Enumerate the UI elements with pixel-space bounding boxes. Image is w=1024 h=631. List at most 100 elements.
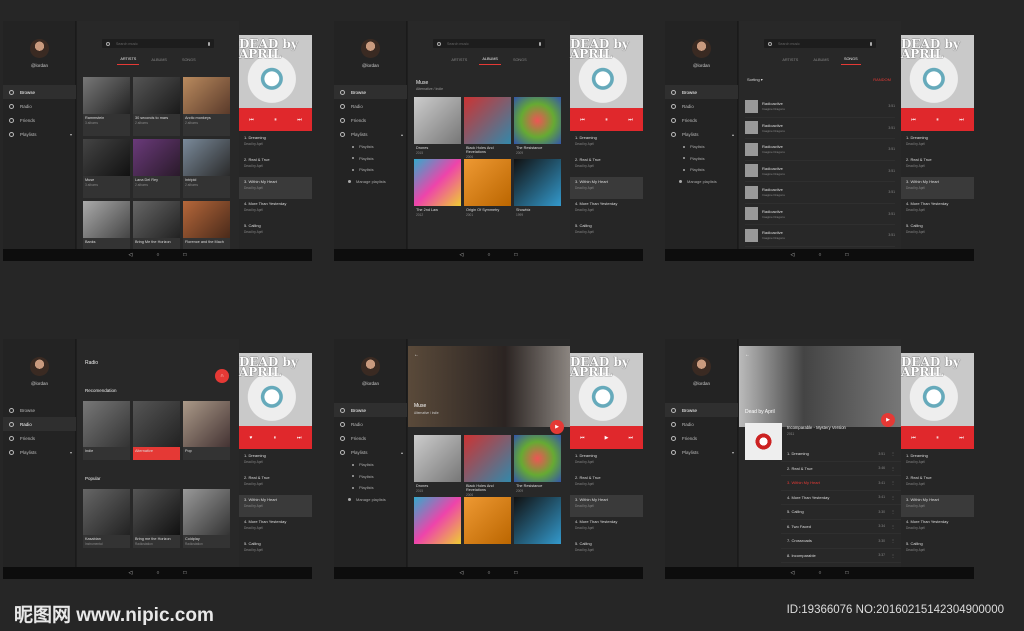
queue-item[interactable]: 4. More Than Yesterday Dead by April bbox=[901, 517, 974, 539]
station-card[interactable]: Alternative bbox=[133, 401, 180, 460]
tab-songs[interactable]: SONGS bbox=[179, 54, 199, 65]
sub-playlist[interactable]: Playlists bbox=[334, 141, 407, 153]
queue-item[interactable]: 5. Calling Dead by April bbox=[901, 539, 974, 561]
track-row[interactable]: 3. Within My Heart 3:41 ⋮ bbox=[781, 476, 901, 491]
nav-browse[interactable]: Browse bbox=[334, 85, 407, 99]
tab-songs[interactable]: SONGS bbox=[510, 54, 530, 65]
recents-icon[interactable]: □ bbox=[845, 570, 848, 576]
tab-songs[interactable]: SONGS bbox=[840, 54, 861, 65]
artist-card[interactable]: Lana Del Rey 2 albums bbox=[133, 139, 180, 198]
album-card[interactable]: The Resistance 2009 bbox=[514, 97, 561, 156]
queue-item[interactable]: 2. Real & True Dead by April bbox=[239, 473, 312, 495]
pause-icon[interactable]: ⏸ bbox=[605, 117, 608, 123]
sub-playlist[interactable]: Playlists bbox=[665, 164, 738, 176]
mic-icon[interactable] bbox=[208, 41, 210, 46]
queue-item[interactable]: 5. Calling Dead by April bbox=[901, 221, 974, 243]
album-card[interactable]: Origin Of Symmetry 2001 bbox=[464, 159, 511, 218]
queue-item[interactable]: 5. Calling Dead by April bbox=[570, 221, 643, 243]
queue-item[interactable]: 5. Calling Dead by April bbox=[570, 539, 643, 561]
sub-playlist[interactable]: Playlists bbox=[665, 141, 738, 153]
more-icon[interactable]: ⋮ bbox=[891, 480, 895, 485]
avatar[interactable] bbox=[361, 357, 380, 376]
search-input[interactable]: Search music bbox=[764, 39, 876, 48]
sub-playlist[interactable]: Playlists bbox=[334, 459, 407, 471]
queue-item[interactable]: 3. Within My Heart Dead by April bbox=[570, 177, 643, 199]
tab-albums[interactable]: ALBUMS bbox=[479, 54, 501, 65]
nav-browse[interactable]: Browse bbox=[3, 85, 76, 99]
back-arrow-icon[interactable]: ← bbox=[414, 352, 419, 358]
tab-artists[interactable]: ARTISTS bbox=[779, 54, 801, 65]
nav-browse[interactable]: Browse bbox=[665, 403, 738, 417]
album-card[interactable]: The Resistance 2009 bbox=[514, 435, 561, 494]
artist-card[interactable]: Florence and the Mach bbox=[183, 201, 230, 249]
back-icon[interactable]: ◁ bbox=[129, 252, 133, 258]
album-card[interactable]: Black Holes And Revelations 2006 bbox=[464, 435, 511, 497]
nav-friends[interactable]: Friends bbox=[334, 113, 407, 127]
album-card[interactable] bbox=[464, 497, 511, 556]
album-card[interactable]: Showbiz 1999 bbox=[514, 159, 561, 218]
nav-friends[interactable]: Friends bbox=[3, 431, 76, 445]
artist-card[interactable]: Intripid 2 albums bbox=[183, 139, 230, 198]
back-arrow-icon[interactable]: ← bbox=[745, 352, 750, 358]
track-row[interactable]: 2. Real & True 3:46 ⋮ bbox=[781, 462, 901, 476]
play-button[interactable]: ▶ bbox=[881, 413, 895, 427]
song-row[interactable]: Radioactive Imagine Dragons 3:51 bbox=[745, 225, 895, 247]
queue-item[interactable]: 1. Dreaming Dead by April bbox=[570, 133, 643, 155]
back-icon[interactable]: ◁ bbox=[129, 570, 133, 576]
previous-icon[interactable]: ⏮ bbox=[580, 435, 585, 441]
heart-icon[interactable]: ♥ bbox=[250, 435, 253, 441]
song-row[interactable]: Radioactive Imagine Dragons 3:51 bbox=[745, 118, 895, 139]
station-card[interactable]: Bring me the Horizon Radiostation bbox=[133, 489, 180, 548]
queue-item[interactable]: 3. Within My Heart Dead by April bbox=[901, 495, 974, 517]
queue-item[interactable]: 1. Dreaming Dead by April bbox=[570, 451, 643, 473]
song-row[interactable]: Radioactive Imagine Dragons 3:51 bbox=[745, 139, 895, 161]
album-card[interactable]: Drones 2015 bbox=[414, 435, 461, 494]
sub-playlist[interactable]: Playlists bbox=[334, 471, 407, 483]
queue-item[interactable]: 4. More Than Yesterday Dead by April bbox=[570, 517, 643, 539]
queue-item[interactable]: 3. Within My Heart Dead by April bbox=[239, 177, 312, 199]
artist-card[interactable]: Bring Me the Horizon bbox=[133, 201, 180, 249]
nav-radio[interactable]: Radio bbox=[3, 417, 76, 431]
artist-card[interactable]: Arctic monkeys 2 albums bbox=[183, 77, 230, 136]
next-icon[interactable]: ⏭ bbox=[959, 435, 964, 441]
pause-icon[interactable]: ⏸ bbox=[273, 435, 276, 441]
sub-playlist[interactable]: Playlists bbox=[334, 164, 407, 176]
album-card[interactable] bbox=[414, 497, 461, 556]
queue-item[interactable]: 5. Calling Dead by April bbox=[239, 539, 312, 561]
station-card[interactable]: Kasabian Instrumental bbox=[83, 489, 130, 548]
more-icon[interactable]: ⋮ bbox=[891, 553, 895, 558]
pause-icon[interactable]: ⏸ bbox=[936, 117, 939, 123]
next-icon[interactable]: ⏭ bbox=[628, 117, 633, 123]
nav-friends[interactable]: Friends bbox=[3, 113, 76, 127]
album-card[interactable]: Drones 2015 bbox=[414, 97, 461, 156]
pause-icon[interactable]: ⏸ bbox=[274, 117, 277, 123]
avatar[interactable] bbox=[30, 357, 49, 376]
queue-item[interactable]: 1. Dreaming Dead by April bbox=[901, 133, 974, 155]
song-row[interactable]: Radioactive Imagine Dragons 3:51 bbox=[745, 161, 895, 182]
recents-icon[interactable]: □ bbox=[514, 252, 517, 258]
recents-icon[interactable]: □ bbox=[514, 570, 517, 576]
queue-item[interactable]: 2. Real & True Dead by April bbox=[239, 155, 312, 177]
nav-playlists[interactable]: Playlists ▾ bbox=[3, 127, 76, 141]
next-icon[interactable]: ⏭ bbox=[628, 435, 633, 441]
queue-item[interactable]: 3. Within My Heart Dead by April bbox=[901, 177, 974, 199]
more-icon[interactable]: ⋮ bbox=[891, 538, 895, 543]
previous-icon[interactable]: ⏮ bbox=[580, 117, 585, 123]
nav-playlists[interactable]: Playlists ▾ bbox=[665, 445, 738, 459]
more-icon[interactable]: ⋮ bbox=[891, 451, 895, 456]
queue-item[interactable]: 1. Dreaming Dead by April bbox=[901, 451, 974, 473]
mic-icon[interactable] bbox=[539, 41, 541, 46]
tab-albums[interactable]: ALBUMS bbox=[810, 54, 832, 65]
nav-friends[interactable]: Friends bbox=[665, 113, 738, 127]
search-input[interactable]: Search music bbox=[433, 39, 545, 48]
nav-radio[interactable]: Radio bbox=[3, 99, 76, 113]
sorting-dropdown[interactable]: Sorting ▾ bbox=[747, 77, 763, 82]
nav-friends[interactable]: Friends bbox=[334, 431, 407, 445]
avatar[interactable] bbox=[692, 357, 711, 376]
play-button[interactable]: ▶ bbox=[550, 420, 564, 434]
back-icon[interactable]: ◁ bbox=[791, 570, 795, 576]
queue-item[interactable]: 4. More Than Yesterday Dead by April bbox=[239, 517, 312, 539]
sub-playlist[interactable]: Playlists bbox=[334, 482, 407, 494]
random-button[interactable]: RANDOM bbox=[873, 77, 891, 82]
queue-item[interactable]: 2. Real & True Dead by April bbox=[901, 155, 974, 177]
